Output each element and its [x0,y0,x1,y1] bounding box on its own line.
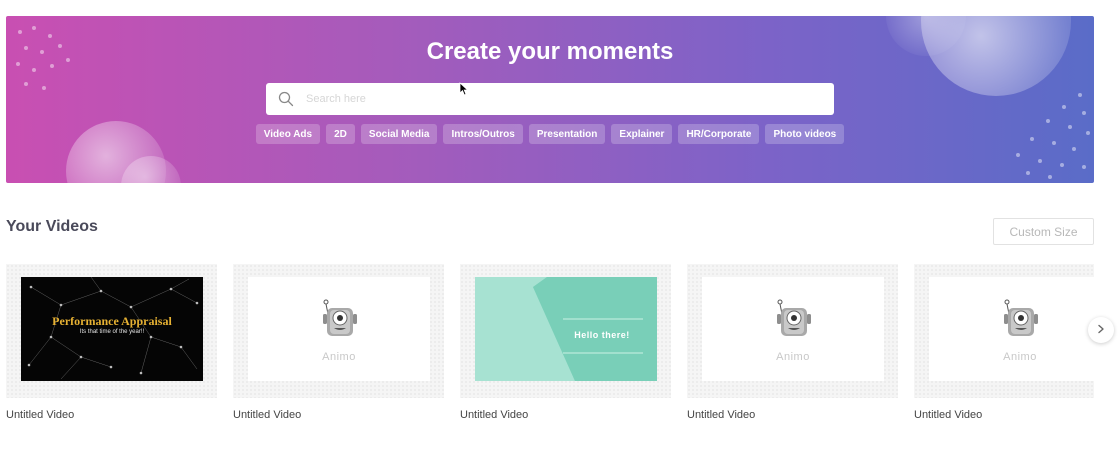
tag-intros-outros[interactable]: Intros/Outros [443,124,523,144]
thumbnail-animo: Animo [929,277,1094,381]
video-title[interactable]: Untitled Video [6,409,217,421]
video-title[interactable]: Untitled Video [233,409,444,421]
search-bar[interactable] [266,83,834,115]
thumbnail-label: Animo [322,350,356,363]
thumbnail-label: Hello there! [574,330,630,340]
carousel-next-button[interactable] [1088,317,1114,343]
animo-robot-icon [998,296,1042,345]
tag-hr-corporate[interactable]: HR/Corporate [678,124,760,144]
thumbnail-label: Animo [1003,350,1037,363]
video-carousel: Performance Appraisal Its that time of t… [6,264,1094,434]
thumbnail-label: Animo [776,350,810,363]
video-card[interactable]: Animo Untitled Video [914,264,1094,421]
hello-shapes-graphic [475,277,657,381]
tag-photo-videos[interactable]: Photo videos [765,124,845,144]
thumbnail-heading: Performance Appraisal [52,314,172,328]
chevron-right-icon [1096,321,1106,339]
section-title-your-videos: Your Videos [6,218,98,235]
mouse-pointer-icon [459,82,469,101]
video-thumbnail[interactable]: Animo [233,264,444,398]
video-card[interactable]: Animo Untitled Video [687,264,898,421]
animo-robot-icon [771,296,815,345]
tag-explainer[interactable]: Explainer [611,124,673,144]
search-icon [266,83,306,115]
video-card[interactable]: Hello there! Untitled Video [460,264,671,421]
category-tags: Video Ads 2D Social Media Intros/Outros … [6,124,1094,144]
search-input[interactable] [306,84,834,114]
video-title[interactable]: Untitled Video [687,409,898,421]
custom-size-button[interactable]: Custom Size [993,218,1094,245]
video-title[interactable]: Untitled Video [914,409,1094,421]
tag-video-ads[interactable]: Video Ads [255,124,321,144]
thumbnail-animo: Animo [248,277,430,381]
thumbnail-performance-appraisal: Performance Appraisal Its that time of t… [21,277,203,381]
tag-2d[interactable]: 2D [326,124,355,144]
video-thumbnail[interactable]: Animo [687,264,898,398]
tag-presentation[interactable]: Presentation [528,124,606,144]
video-thumbnail[interactable]: Animo [914,264,1094,398]
page-title: Create your moments [426,38,674,65]
video-card[interactable]: Performance Appraisal Its that time of t… [6,264,217,421]
video-title[interactable]: Untitled Video [460,409,671,421]
video-thumbnail[interactable]: Hello there! [460,264,671,398]
video-thumbnail[interactable]: Performance Appraisal Its that time of t… [6,264,217,398]
thumbnail-hello-there: Hello there! [475,277,657,381]
animo-robot-icon [317,296,361,345]
tag-social-media[interactable]: Social Media [360,124,438,144]
hero-banner: Create your moments Video Ads 2D Social … [6,16,1094,183]
thumbnail-subheading: Its that time of the year!! [79,329,145,335]
video-card[interactable]: Animo Untitled Video [233,264,444,421]
thumbnail-animo: Animo [702,277,884,381]
